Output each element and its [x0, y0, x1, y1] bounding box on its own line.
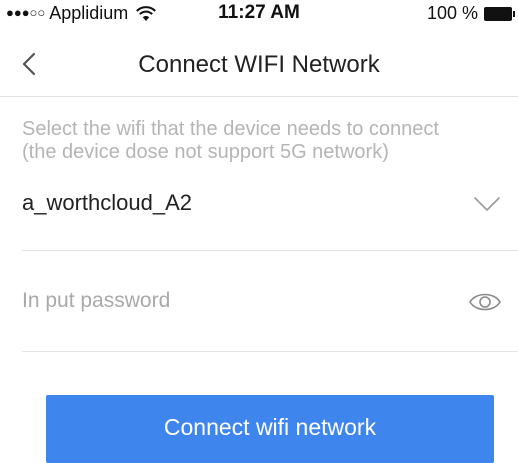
hint-line-1: Select the wifi that the device needs to…	[22, 118, 439, 140]
selected-wifi-name: a_worthcloud_A2	[22, 190, 193, 215]
wifi-hint-text: Select the wifi that the device needs to…	[22, 118, 502, 164]
wifi-network-select[interactable]: a_worthcloud_A2	[0, 172, 518, 250]
status-bar: ●●●○○ Applidium 11:27 AM 100 %	[0, 0, 518, 30]
chevron-down-icon	[474, 197, 500, 211]
divider	[22, 250, 518, 251]
hint-line-2: (the device dose not support 5G network)	[22, 141, 389, 163]
divider	[22, 351, 518, 352]
status-right: 100 %	[426, 3, 515, 24]
eye-icon[interactable]	[468, 290, 502, 314]
password-row	[0, 252, 518, 350]
connect-wifi-button[interactable]: Connect wifi network	[46, 395, 494, 463]
navigation-bar: Connect WIFI Network	[0, 30, 518, 97]
battery-percent: 100 %	[426, 3, 478, 23]
page-title: Connect WIFI Network	[138, 51, 380, 78]
password-input[interactable]	[22, 286, 442, 316]
battery-icon	[484, 6, 515, 21]
